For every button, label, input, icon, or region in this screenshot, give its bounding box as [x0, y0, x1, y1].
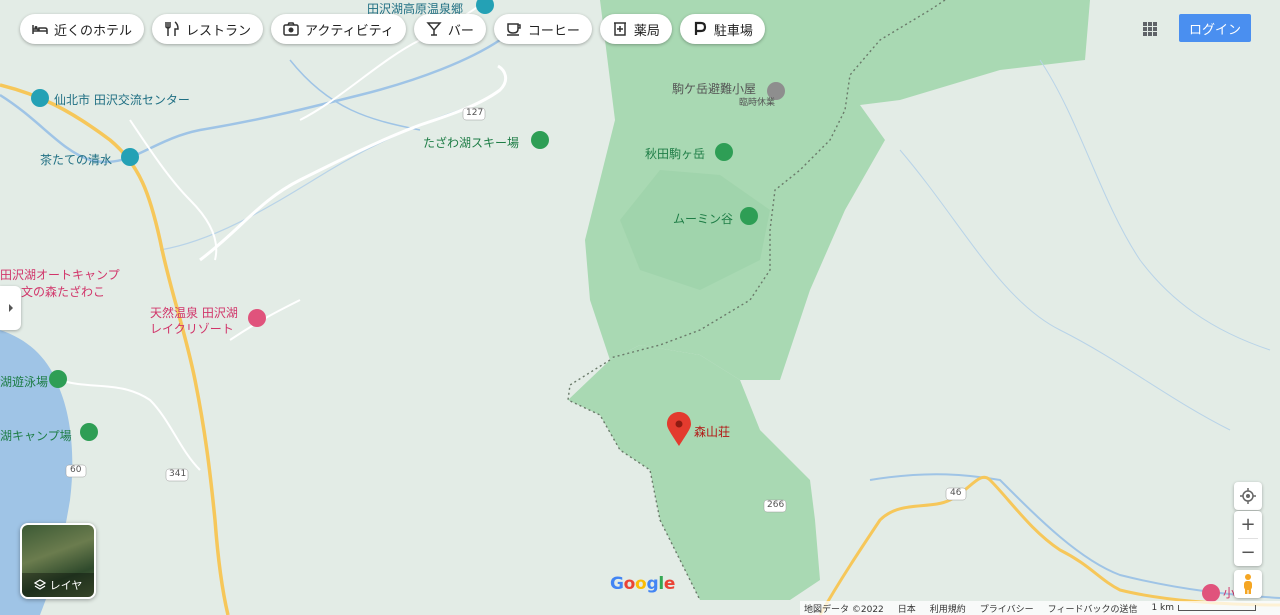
chip-label: 駐車場: [713, 23, 753, 39]
chip-activities[interactable]: アクティビティ: [271, 14, 406, 44]
location-target-icon: [1240, 488, 1256, 504]
place-label-swim[interactable]: 湖遊泳場: [0, 373, 48, 390]
road-label: 127: [466, 108, 484, 118]
parking-icon: [694, 21, 706, 35]
chip-pharmacy[interactable]: 薬局: [599, 14, 672, 44]
coffee-icon: [506, 23, 521, 36]
expand-side-panel-button[interactable]: [0, 286, 21, 330]
feedback-link[interactable]: フィードバックの送信: [1048, 602, 1138, 615]
place-label-camp[interactable]: 湖キャンプ場: [0, 427, 72, 444]
place-label-moomin[interactable]: ムーミン谷: [673, 210, 733, 227]
privacy-link[interactable]: プライバシー: [980, 602, 1034, 615]
chip-label: バー: [447, 23, 474, 39]
login-button[interactable]: ログイン: [1179, 14, 1251, 42]
mountain-marker: [715, 143, 733, 161]
restaurant-icon: [165, 21, 179, 36]
road-label: 341: [169, 469, 187, 479]
street-view-pegman[interactable]: [1234, 570, 1262, 598]
bottom-right-hotel-marker: [1202, 584, 1220, 602]
ski-resort-marker: [531, 131, 549, 149]
my-location-button[interactable]: [1234, 482, 1262, 510]
pharmacy-icon: [613, 22, 626, 36]
scale-label: 1 km: [1151, 603, 1175, 613]
camera-icon: [283, 22, 299, 36]
map-data-attribution: 地図データ ©2022: [804, 604, 884, 615]
place-label-kouryu[interactable]: 仙北市 田沢交流センター: [54, 91, 190, 108]
country-link[interactable]: 日本: [898, 602, 916, 615]
layers-icon: [33, 579, 46, 590]
road-label: 60: [70, 465, 82, 475]
road-label: 266: [767, 500, 785, 510]
category-filter-bar: 近くのホテル レストラン アクティビティ バー コーヒー 薬局 駐車場: [20, 14, 765, 44]
chip-label: コーヒー: [527, 23, 580, 39]
layers-label: レイヤ: [49, 579, 83, 592]
chip-parking[interactable]: 駐車場: [679, 14, 765, 44]
onsen-hotel-marker: [248, 309, 266, 327]
road-label: 46: [950, 488, 962, 498]
place-label-komagatake[interactable]: 秋田駒ヶ岳: [645, 145, 705, 162]
shimizu-marker: [121, 148, 139, 166]
kouryu-marker: [31, 89, 49, 107]
chip-label: 近くのホテル: [54, 23, 133, 39]
google-logo: Google: [610, 574, 676, 594]
pegman-icon: [1244, 574, 1252, 594]
zoom-out-button[interactable]: −: [1234, 539, 1262, 566]
layers-button[interactable]: レイヤ: [20, 523, 96, 599]
apps-grid-icon[interactable]: [1136, 15, 1164, 43]
zoom-in-button[interactable]: +: [1234, 511, 1262, 538]
scale-bar[interactable]: 1 km: [1151, 603, 1257, 613]
chip-coffee[interactable]: コーヒー: [493, 14, 592, 44]
place-label-selected[interactable]: 森山荘: [694, 423, 730, 440]
bar-icon: [426, 22, 442, 36]
place-label-shimizu[interactable]: 茶たての清水: [40, 151, 112, 168]
map-footer: 地図データ ©2022 日本 利用規約 プライバシー フィードバックの送信 1 …: [800, 601, 1280, 615]
chip-label: アクティビティ: [305, 23, 394, 39]
hotel-icon: [32, 25, 48, 34]
chip-label: レストラン: [186, 23, 252, 39]
place-label-autocamp[interactable]: 田沢湖オートキャンプ: [0, 266, 120, 283]
terms-link[interactable]: 利用規約: [930, 602, 966, 615]
zoom-controls: + −: [1234, 511, 1262, 566]
place-label-onsen[interactable]: 天然温泉 田沢湖: [150, 304, 238, 321]
chip-hotels[interactable]: 近くのホテル: [20, 14, 145, 44]
chip-label: 薬局: [633, 23, 660, 39]
chevron-right-icon: [8, 304, 13, 312]
chip-restaurants[interactable]: レストラン: [152, 14, 264, 44]
place-label-autocamp-2[interactable]: 文の森たざわこ: [21, 283, 105, 300]
hiking-marker: [740, 207, 758, 225]
chip-bars[interactable]: バー: [413, 14, 486, 44]
camp-marker: [80, 423, 98, 441]
place-label-onsen-2[interactable]: レイクリゾート: [150, 320, 234, 337]
place-label-hut-status: 臨時休業: [739, 98, 776, 108]
place-label-ski[interactable]: たざわ湖スキー場: [423, 134, 519, 151]
swim-marker: [49, 370, 67, 388]
